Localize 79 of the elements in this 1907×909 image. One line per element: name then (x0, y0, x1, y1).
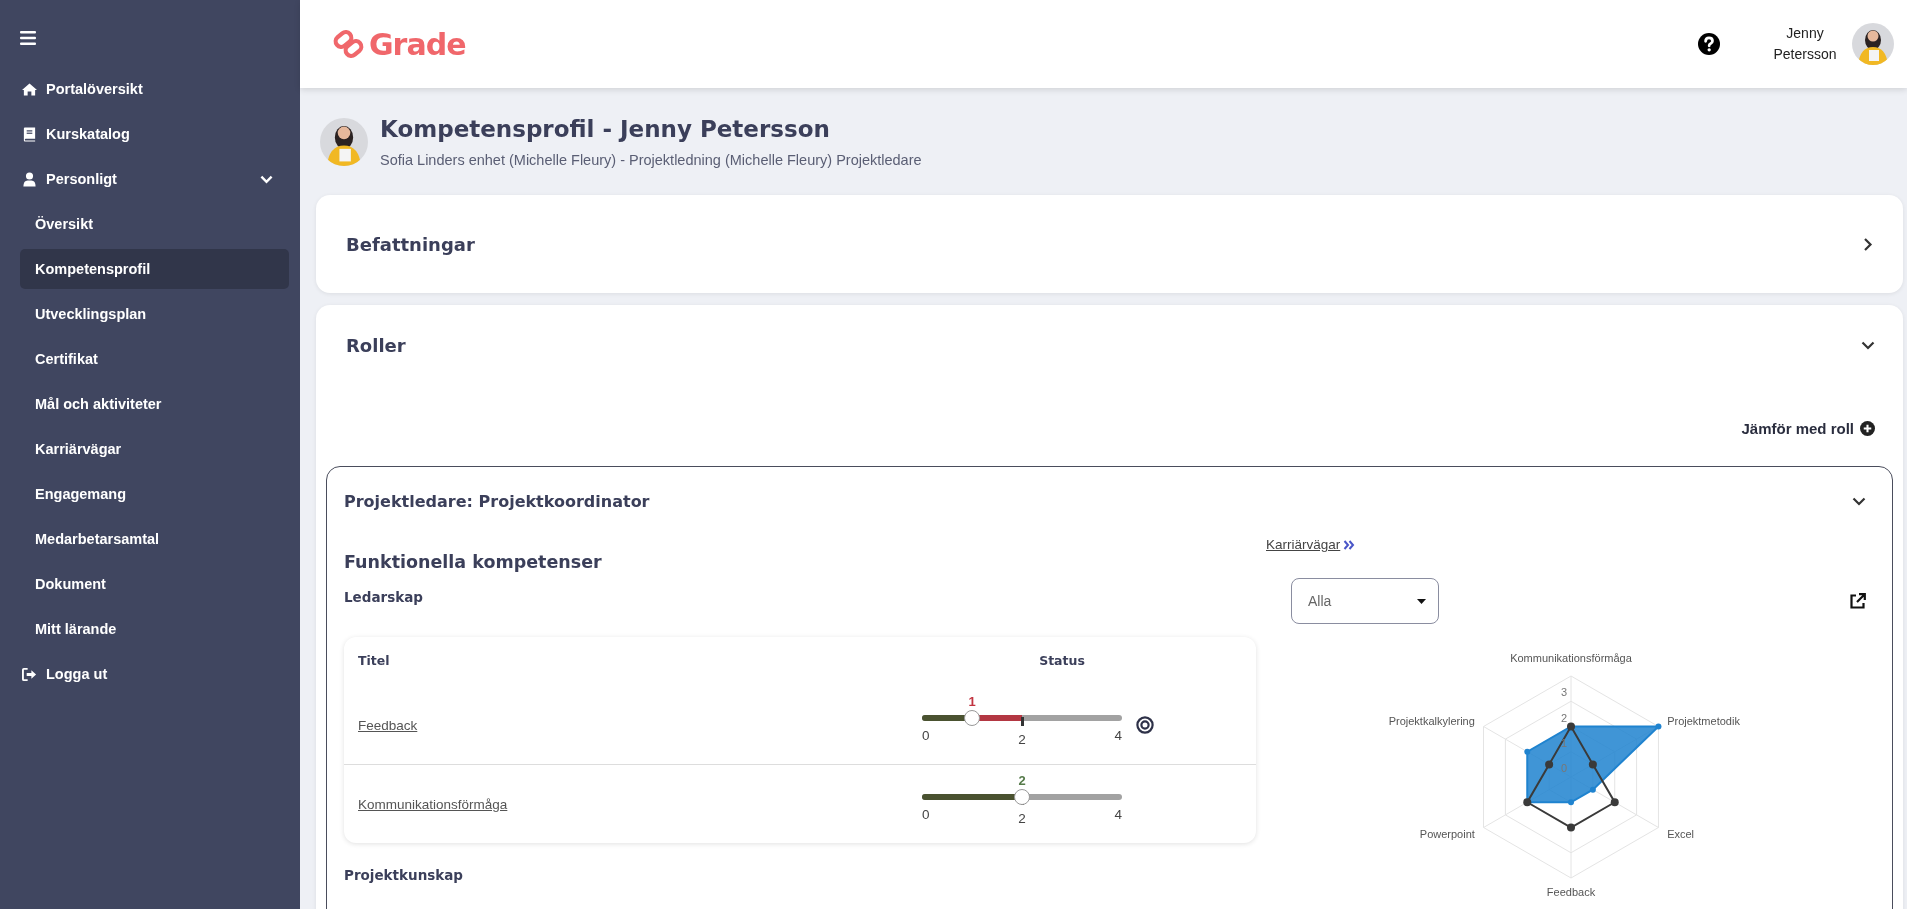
double-chevron-icon (1343, 539, 1356, 550)
tick-label: 3 (1560, 686, 1568, 699)
column-header: Status (1038, 652, 1086, 668)
nav-item[interactable]: Kurskatalog (20, 114, 289, 154)
nav-item[interactable]: Kompetensprofil (20, 249, 289, 289)
section-heading: Funktionella kompetenser (344, 552, 603, 572)
column-header: Titel (358, 652, 391, 668)
page-subtitle: Sofia Linders enhet (Michelle Fleury) - Projektledning (Michelle Fleury) Projektledare (380, 151, 922, 168)
caret-icon (1417, 598, 1426, 604)
slider-thumb[interactable] (964, 710, 980, 726)
nav-item[interactable]: Portalöversikt (20, 69, 289, 109)
scale-label: 0 (922, 728, 930, 743)
help-icon[interactable] (1698, 33, 1720, 55)
page-title: Kompetensprofil - Jenny Petersson (380, 115, 831, 142)
data-point (1567, 722, 1575, 731)
filter-dropdown[interactable]: Alla (1291, 578, 1439, 624)
data-point (1610, 798, 1619, 807)
axis-label: Projektmetodik (1667, 714, 1740, 727)
user-name[interactable]: Jenny Petersson (1762, 23, 1848, 65)
nav-item[interactable]: Dokument (20, 564, 289, 604)
data-point (1523, 798, 1532, 807)
target-label: 2 (1018, 732, 1026, 747)
target-label: 2 (1018, 811, 1026, 826)
slider-thumb[interactable] (1014, 789, 1030, 805)
value-label: 2 (1018, 773, 1026, 788)
chevron-icon[interactable] (1863, 237, 1873, 251)
level-slider[interactable] (922, 789, 1122, 805)
axis-label: Powerpoint (1419, 827, 1475, 840)
axis-label: Kommunikationsförmåga (1510, 652, 1632, 664)
nav-item[interactable]: Logga ut (20, 654, 289, 694)
chevron-icon[interactable] (1861, 340, 1875, 350)
plus-icon (1860, 421, 1875, 436)
book-icon (22, 126, 37, 142)
nav-item[interactable]: Certifikat (20, 339, 289, 379)
data-point (1567, 823, 1575, 832)
group-heading: Ledarskap (344, 589, 424, 605)
logo-text: Grade (369, 26, 466, 62)
external-link-icon[interactable] (1849, 592, 1866, 610)
level-slider[interactable] (922, 710, 1122, 726)
role-title: Projektledare: Projektkoordinator (344, 491, 650, 511)
nav-item[interactable]: Utvecklingsplan (20, 294, 289, 334)
nav-item[interactable]: Engagemang (20, 474, 289, 514)
logo-icon (332, 29, 366, 59)
data-point (1568, 799, 1574, 806)
data-point (1524, 748, 1531, 755)
scale-label: 4 (1114, 728, 1122, 743)
menu-icon (20, 31, 36, 45)
section-title: Befattningar (346, 233, 475, 255)
data-point (1655, 723, 1662, 730)
competence-link[interactable]: Kommunikationsförmåga (358, 796, 508, 812)
target-icon[interactable] (1136, 716, 1154, 734)
group-heading: Projektkunskap (344, 867, 465, 883)
nav-item[interactable]: Medarbetarsamtal (20, 519, 289, 559)
section-title: Roller (346, 334, 406, 356)
nav-item[interactable]: Mål och aktiviteter (20, 384, 289, 424)
axis-label: Projektkalkylering (1388, 714, 1475, 727)
tick-label: 1 (1560, 736, 1568, 749)
nav-item[interactable]: Personligt (20, 159, 289, 199)
nav-item[interactable]: Översikt (20, 204, 289, 244)
data-point (1589, 786, 1596, 793)
competence-link[interactable]: Feedback (358, 717, 418, 733)
home-icon (22, 81, 37, 97)
data-point (1545, 760, 1554, 769)
tick-label: 2 (1560, 711, 1568, 724)
compare-link[interactable]: Jämför med roll (1741, 420, 1875, 437)
nav-item[interactable]: Mitt lärande (20, 609, 289, 649)
scale-label: 0 (922, 807, 930, 822)
career-link[interactable]: Karriärvägar (1266, 537, 1356, 552)
value-label: 1 (968, 694, 976, 709)
tick-label: 0 (1560, 762, 1568, 774)
data-point (1588, 760, 1597, 769)
axis-label: Feedback (1546, 886, 1596, 898)
scale-label: 4 (1114, 807, 1122, 822)
axis-label: Excel (1667, 827, 1695, 840)
nav-item[interactable]: Karriärvägar (20, 429, 289, 469)
menu-button[interactable] (20, 31, 36, 45)
logout-icon (22, 666, 37, 682)
chevron-icon[interactable] (1852, 496, 1866, 506)
user-icon (22, 171, 37, 187)
